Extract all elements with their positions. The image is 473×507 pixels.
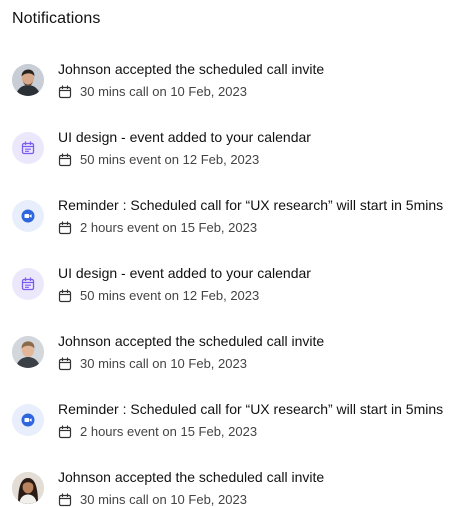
notification-meta-text: 30 mins call on 10 Feb, 2023 (80, 492, 247, 507)
avatar (12, 472, 44, 504)
calendar-icon (58, 221, 72, 235)
notification-title: Johnson accepted the scheduled call invi… (58, 61, 325, 77)
notification-text: Johnson accepted the scheduled call invi… (58, 60, 324, 100)
notification-meta: 50 mins event on 12 Feb, 2023 (58, 152, 311, 168)
video-camera-icon (21, 209, 35, 223)
page-title: Notifications (12, 10, 101, 27)
notification-text: Reminder : Scheduled call for “UX resear… (58, 400, 443, 440)
avatar (12, 336, 44, 368)
notification-title: Reminder : Scheduled call for “UX resear… (58, 401, 444, 417)
notification-meta: 2 hours event on 15 Feb, 2023 (58, 424, 443, 440)
notification-item[interactable]: Johnson accepted the scheduled call invi… (12, 318, 461, 386)
notification-title: Johnson accepted the scheduled call invi… (58, 333, 325, 349)
notification-title: Johnson accepted the scheduled call invi… (58, 469, 325, 485)
notification-meta-text: 2 hours event on 15 Feb, 2023 (80, 424, 258, 439)
notification-item[interactable]: Johnson accepted the scheduled call invi… (12, 46, 461, 114)
notification-text: Johnson accepted the scheduled call invi… (58, 468, 324, 507)
avatar-woman-dark-hair-icon (12, 472, 44, 504)
notification-meta-text: 50 mins event on 12 Feb, 2023 (80, 152, 260, 167)
notification-meta: 2 hours event on 15 Feb, 2023 (58, 220, 443, 236)
notification-meta: 30 mins call on 10 Feb, 2023 (58, 492, 324, 507)
notification-meta-text: 30 mins call on 10 Feb, 2023 (80, 84, 247, 99)
notification-list: Johnson accepted the scheduled call invi… (12, 46, 461, 507)
calendar-icon (58, 425, 72, 439)
avatar (12, 132, 44, 164)
notification-meta: 50 mins event on 12 Feb, 2023 (58, 288, 311, 304)
notification-text: Johnson accepted the scheduled call invi… (58, 332, 324, 372)
notification-text: Reminder : Scheduled call for “UX resear… (58, 196, 443, 236)
avatar-man-dark-hair-icon (12, 64, 44, 96)
avatar (12, 404, 44, 436)
calendar-icon (58, 289, 72, 303)
notification-item[interactable]: UI design - event added to your calendar… (12, 114, 461, 182)
avatar-man-light-hair-icon (12, 336, 44, 368)
calendar-icon (58, 493, 72, 507)
notification-meta: 30 mins call on 10 Feb, 2023 (58, 84, 324, 100)
notification-item[interactable]: Reminder : Scheduled call for “UX resear… (12, 386, 461, 454)
notifications-panel: Notifications Johnson accepted the sched… (0, 0, 473, 507)
notification-item[interactable]: UI design - event added to your calendar… (12, 250, 461, 318)
calendar-icon (58, 85, 72, 99)
notification-meta-text: 50 mins event on 12 Feb, 2023 (80, 288, 260, 303)
notification-item[interactable]: Johnson accepted the scheduled call invi… (12, 454, 461, 507)
notification-title: UI design - event added to your calendar (58, 129, 311, 145)
calendar-icon (21, 141, 35, 155)
notification-text: UI design - event added to your calendar… (58, 264, 311, 304)
notification-item[interactable]: Reminder : Scheduled call for “UX resear… (12, 182, 461, 250)
notification-text: UI design - event added to your calendar… (58, 128, 311, 168)
notification-meta-text: 2 hours event on 15 Feb, 2023 (80, 220, 258, 235)
calendar-icon (21, 277, 35, 291)
avatar (12, 200, 44, 232)
notification-title: UI design - event added to your calendar (58, 265, 311, 281)
avatar (12, 64, 44, 96)
notification-title: Reminder : Scheduled call for “UX resear… (58, 197, 444, 213)
calendar-icon (58, 357, 72, 371)
video-camera-icon (21, 413, 35, 427)
calendar-icon (58, 153, 72, 167)
notification-meta-text: 30 mins call on 10 Feb, 2023 (80, 356, 247, 371)
avatar (12, 268, 44, 300)
notification-meta: 30 mins call on 10 Feb, 2023 (58, 356, 324, 372)
